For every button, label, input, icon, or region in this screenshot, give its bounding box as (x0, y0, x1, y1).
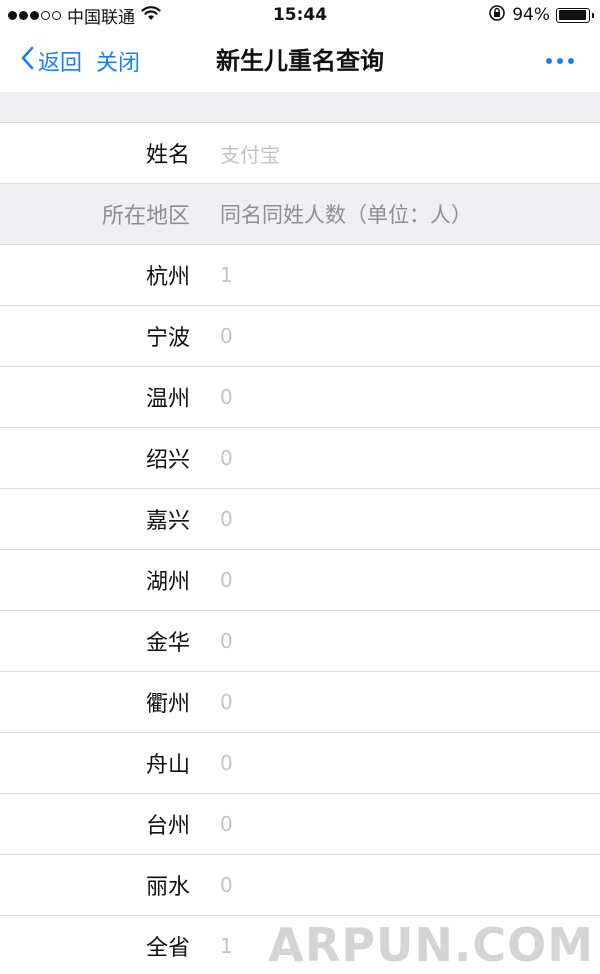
more-options-button[interactable] (546, 30, 574, 92)
close-button[interactable]: 关闭 (96, 45, 140, 77)
same-name-count: 1 (220, 263, 233, 287)
region-name: 丽水 (145, 875, 190, 900)
battery-percent: 94% (512, 5, 550, 25)
same-name-count: 0 (220, 629, 233, 653)
more-icon (546, 58, 552, 64)
navigation-bar: 返回 关闭 新生儿重名查询 (0, 30, 600, 92)
same-name-count: 0 (220, 751, 233, 775)
same-name-count: 0 (220, 873, 233, 897)
name-label: 姓名 (145, 143, 190, 168)
region-name: 舟山 (145, 753, 190, 778)
table-row: 杭州 1 (0, 245, 600, 306)
region-name: 台州 (145, 814, 190, 839)
same-name-count: 0 (220, 812, 233, 836)
page: 中国联通 15:44 94% 返回 关闭 新生儿重名查询 姓名 支付宝 所在地区… (0, 0, 600, 974)
table-row: 嘉兴 0 (0, 489, 600, 550)
rotation-lock-icon (488, 4, 506, 27)
same-name-count: 0 (220, 385, 233, 409)
same-name-count: 1 (220, 934, 233, 958)
region-name: 嘉兴 (145, 509, 190, 534)
chevron-left-icon (20, 46, 38, 76)
region-name: 全省 (145, 936, 190, 961)
status-left: 中国联通 (0, 3, 161, 28)
carrier-name: 中国联通 (67, 7, 135, 28)
table-row: 绍兴 0 (0, 428, 600, 489)
region-name: 宁波 (145, 326, 190, 351)
same-name-count: 0 (220, 446, 233, 470)
table-row: 宁波 0 (0, 306, 600, 367)
name-row: 姓名 支付宝 (0, 123, 600, 184)
back-label: 返回 (38, 51, 83, 76)
battery-icon (556, 7, 594, 23)
status-bar: 中国联通 15:44 94% (0, 0, 600, 30)
table-row: 温州 0 (0, 367, 600, 428)
region-column-header: 所在地区 (101, 204, 190, 229)
region-name: 衢州 (145, 692, 190, 717)
region-name: 温州 (145, 387, 190, 412)
name-input[interactable]: 支付宝 (220, 139, 280, 168)
region-name: 杭州 (145, 265, 190, 290)
region-name: 金华 (145, 631, 190, 656)
nav-left: 返回 关闭 (20, 30, 140, 92)
table-row: 丽水 0 (0, 855, 600, 916)
status-right: 94% (488, 4, 600, 27)
table-row: 衢州 0 (0, 672, 600, 733)
region-name: 绍兴 (145, 448, 190, 473)
watermark: ARPUN.COM (268, 918, 594, 972)
same-name-count: 0 (220, 568, 233, 592)
battery-fill (558, 10, 586, 20)
section-spacer (0, 92, 600, 123)
back-button[interactable]: 返回 (20, 45, 82, 77)
same-name-count: 0 (220, 324, 233, 348)
region-name: 湖州 (145, 570, 190, 595)
wifi-icon (141, 5, 161, 26)
table-header: 所在地区 同名同姓人数（单位：人） (0, 184, 600, 245)
table-row: 台州 0 (0, 794, 600, 855)
count-column-header: 同名同姓人数（单位：人） (220, 203, 472, 227)
table-row: 金华 0 (0, 611, 600, 672)
region-rows: 杭州 1 宁波 0 温州 0 绍兴 0 嘉兴 0 湖州 0 金华 0 衢州 0 舟山 0 台州 0 丽水 0 全省 1 (0, 245, 600, 974)
same-name-count: 0 (220, 507, 233, 531)
signal-dots-icon (8, 10, 61, 20)
table-row: 湖州 0 (0, 550, 600, 611)
result-list: 姓名 支付宝 所在地区 同名同姓人数（单位：人） 杭州 1 宁波 0 温州 0 绍兴 0 嘉兴 0… (0, 123, 600, 974)
same-name-count: 0 (220, 690, 233, 714)
table-row: 舟山 0 (0, 733, 600, 794)
